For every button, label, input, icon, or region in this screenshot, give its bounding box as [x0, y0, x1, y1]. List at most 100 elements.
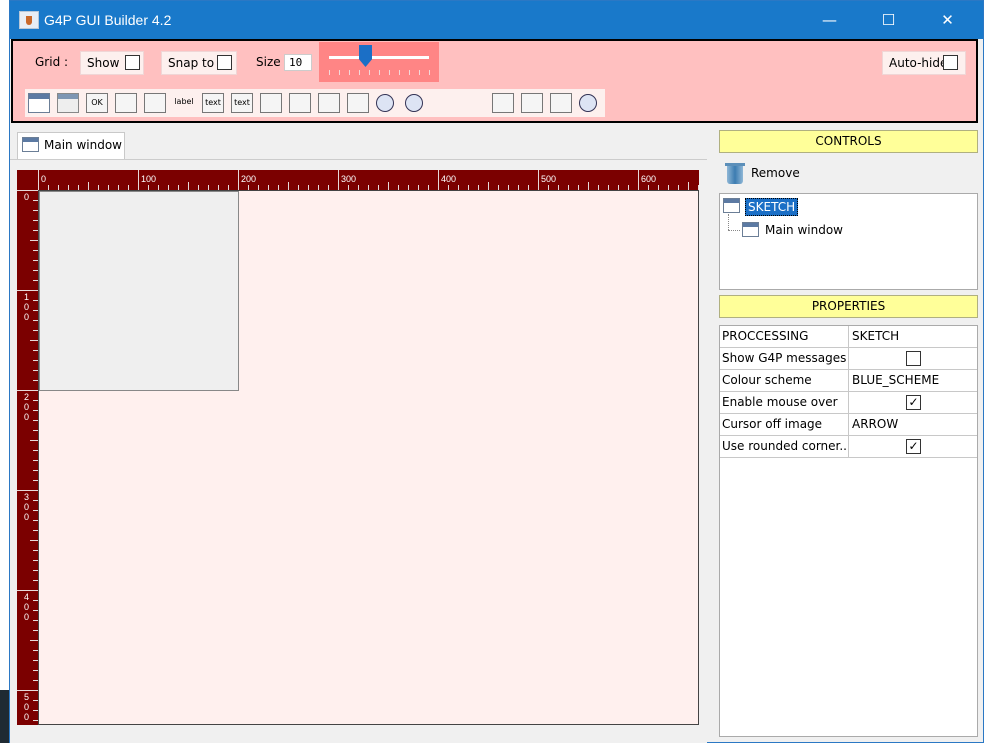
tab-label: Main window [44, 138, 122, 152]
ruler-tick [30, 640, 38, 641]
window-icon[interactable] [28, 93, 50, 113]
show-grid-option[interactable]: Show [80, 51, 144, 75]
snap-to-checkbox[interactable] [217, 55, 232, 70]
auto-hide-checkbox[interactable] [943, 55, 958, 70]
maximize-button[interactable]: ☐ [866, 1, 911, 39]
controls-tree: SKETCH Main window [719, 193, 978, 290]
checked-checkbox[interactable]: ✓ [906, 439, 921, 454]
close-button[interactable]: ✕ [925, 1, 970, 39]
grid-size-label: Size [256, 55, 281, 69]
property-row: Colour scheme BLUE_SCHEME [720, 370, 977, 392]
image-icon[interactable] [550, 93, 572, 113]
slider-tick [379, 70, 380, 75]
ruler-tick [638, 170, 639, 190]
ruler-label: 0 [41, 174, 47, 184]
slider-thumb[interactable] [359, 45, 372, 67]
ruler-tick [17, 190, 38, 191]
checked-checkbox[interactable]: ✓ [906, 395, 921, 410]
grid-size-slider[interactable] [319, 42, 439, 82]
property-name: Colour scheme [720, 370, 849, 392]
property-name: Show G4P messages [720, 348, 849, 370]
ruler-tick [688, 182, 689, 190]
unchecked-checkbox[interactable] [906, 351, 921, 366]
controls-header: CONTROLS [719, 130, 978, 153]
minimize-button[interactable]: — [807, 1, 852, 39]
tree-node-sketch[interactable]: SKETCH [745, 198, 799, 216]
ruler-label: 300 [24, 492, 30, 522]
image-button-icon[interactable] [115, 93, 137, 113]
property-value[interactable]: ARROW [850, 414, 977, 436]
ruler-label: 200 [24, 392, 30, 422]
property-name: Use rounded corner... [720, 436, 849, 458]
slider-tick [369, 70, 370, 75]
ruler-corner [17, 170, 38, 190]
ruler-tick [30, 540, 38, 541]
sketchpad-icon[interactable] [260, 93, 282, 113]
property-value[interactable]: BLUE_SCHEME [850, 370, 977, 392]
ruler-label: 400 [441, 174, 457, 184]
tab-main-window[interactable]: Main window [17, 132, 125, 159]
dropdown-icon[interactable] [289, 93, 311, 113]
textarea-icon[interactable]: text [231, 93, 253, 113]
slider-tick [359, 70, 360, 75]
window-icon [723, 198, 740, 213]
knob2-icon[interactable] [405, 94, 423, 112]
property-row: Cursor off image ARROW [720, 414, 977, 436]
ruler-tick [538, 170, 539, 190]
property-value[interactable]: SKETCH [850, 326, 977, 348]
panel-icon[interactable] [57, 93, 79, 113]
grid-size-field[interactable]: 10 [284, 54, 312, 71]
properties-table: PROCCESSING SKETCH Show G4P messages Colour… [719, 325, 978, 737]
label-icon[interactable]: label [173, 93, 195, 113]
show-grid-checkbox[interactable] [125, 55, 140, 70]
ruler-tick [30, 240, 38, 241]
slider-tick [399, 70, 400, 75]
property-name: Cursor off image [720, 414, 849, 436]
ruler-label: 600 [641, 174, 657, 184]
property-value-checkbox[interactable] [850, 348, 977, 370]
ruler-tick [17, 690, 38, 691]
ruler-label: 400 [24, 592, 30, 622]
property-value-checkbox[interactable]: ✓ [850, 392, 977, 414]
ruler-tick [17, 390, 38, 391]
snap-to-label: Snap to [168, 56, 215, 70]
slider-tick [409, 70, 410, 75]
title-bar[interactable]: G4P GUI Builder 4.2 — ☐ ✕ [10, 1, 983, 39]
slider-tick [429, 70, 430, 75]
slider2d-icon[interactable] [347, 93, 369, 113]
tree-connector [728, 230, 740, 231]
main-window-preview[interactable] [39, 191, 239, 391]
image-toggle-icon[interactable] [144, 93, 166, 113]
ruler-tick [488, 182, 489, 190]
textfield-icon[interactable]: text [202, 93, 224, 113]
ruler-label: 500 [24, 692, 30, 722]
ruler-tick [38, 170, 39, 190]
button-icon[interactable]: OK [86, 93, 108, 113]
design-canvas[interactable] [38, 190, 699, 725]
toggle-group-icon[interactable] [492, 93, 514, 113]
property-name: Enable mouse over [720, 392, 849, 414]
timer-icon[interactable] [579, 94, 597, 112]
vertical-ruler: 0 100 200 300 400 500 [17, 190, 38, 725]
ruler-tick [17, 490, 38, 491]
auto-hide-option[interactable]: Auto-hide [882, 51, 966, 75]
auto-hide-label: Auto-hide [889, 56, 948, 70]
property-row: Show G4P messages [720, 348, 977, 370]
slider-icon[interactable] [318, 93, 340, 113]
knob-icon[interactable] [376, 94, 394, 112]
app-window: G4P GUI Builder 4.2 — ☐ ✕ Grid : Show Sn… [9, 0, 984, 743]
ruler-label: 100 [24, 292, 30, 322]
ruler-tick [138, 170, 139, 190]
ruler-tick [338, 170, 339, 190]
ruler-tick [438, 170, 439, 190]
droplist-icon[interactable] [521, 93, 543, 113]
property-value-checkbox[interactable]: ✓ [850, 436, 977, 458]
tree-connector [728, 214, 729, 230]
tree-node-main-window[interactable]: Main window [765, 223, 843, 237]
snap-to-option[interactable]: Snap to [161, 51, 237, 75]
ruler-label: 200 [241, 174, 257, 184]
option-icon[interactable] [463, 93, 485, 113]
checkbox-icon[interactable] [434, 93, 456, 113]
window-title: G4P GUI Builder 4.2 [44, 12, 172, 28]
slider-tick [329, 70, 330, 75]
